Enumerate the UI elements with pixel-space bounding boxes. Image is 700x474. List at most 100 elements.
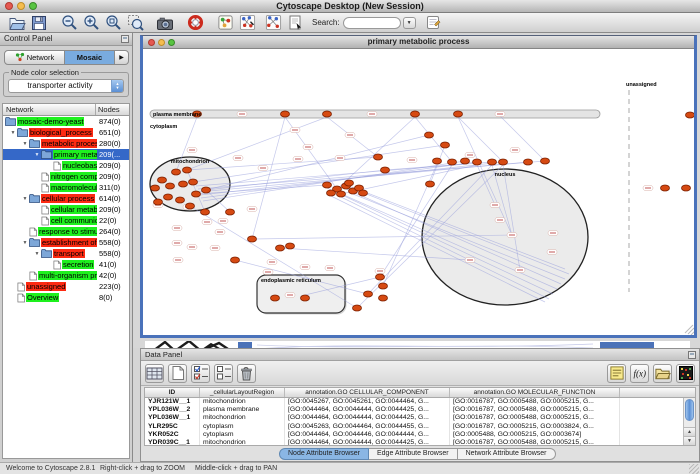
network-node[interactable] bbox=[151, 185, 160, 191]
attribute-table-icon[interactable] bbox=[145, 364, 164, 383]
zoom-selected-icon[interactable] bbox=[126, 14, 144, 32]
network-node[interactable] bbox=[231, 257, 240, 263]
tree-row-9[interactable]: cell communicat22(0) bbox=[3, 215, 129, 226]
tree-row-16[interactable]: Overview8(0) bbox=[3, 292, 129, 303]
network-node[interactable] bbox=[524, 159, 533, 165]
tree-row-6[interactable]: macromolecule311(0) bbox=[3, 182, 129, 193]
col-header-region[interactable]: _cellularLayoutRegion bbox=[200, 388, 285, 397]
table-row-4[interactable]: YKR052Ccytoplasm[GO:0044464, GO:0044446,… bbox=[145, 431, 695, 439]
tree-row-12[interactable]: ▼transport558(0) bbox=[3, 248, 129, 259]
search-input[interactable] bbox=[343, 17, 401, 29]
snapshot-icon[interactable] bbox=[156, 14, 174, 32]
annotation-icon[interactable] bbox=[286, 14, 304, 32]
network-node[interactable] bbox=[433, 158, 442, 164]
network-canvas[interactable]: plasma membranecytoplasmmitochondrionnuc… bbox=[143, 49, 694, 335]
tab-node-attribute-browser[interactable]: Node Attribute Browser bbox=[279, 448, 369, 460]
vizmapper-icon[interactable] bbox=[216, 14, 234, 32]
tree-row-3[interactable]: ▼primary metabo209(... bbox=[3, 149, 129, 160]
network-edge[interactable] bbox=[252, 117, 285, 239]
zoom-in-icon[interactable] bbox=[82, 14, 100, 32]
delete-attribute-icon[interactable] bbox=[237, 364, 256, 383]
col-header-molecular-function[interactable]: annotation.GO MOLECULAR_FUNCTION bbox=[450, 388, 620, 397]
import-attributes-icon[interactable] bbox=[653, 364, 672, 383]
tab-network-attribute-browser[interactable]: Network Attribute Browser bbox=[458, 448, 556, 460]
table-row-1[interactable]: YPL036W__2plasma membrane[GO:0044464, GO… bbox=[145, 406, 695, 414]
table-row-3[interactable]: YLR295Ccytoplasm[GO:0045263, GO:0044464,… bbox=[145, 423, 695, 431]
network-node[interactable] bbox=[359, 190, 368, 196]
resize-grip[interactable] bbox=[689, 464, 699, 474]
tree-row-4[interactable]: nucleobase-209(0) bbox=[3, 160, 129, 171]
expander-icon[interactable]: ▼ bbox=[21, 141, 29, 147]
network-node[interactable] bbox=[323, 111, 332, 117]
tree-row-1[interactable]: ▼biological_process651(0) bbox=[3, 127, 129, 138]
network-node[interactable] bbox=[454, 111, 463, 117]
tree-header-nodes[interactable]: Nodes bbox=[95, 104, 129, 115]
network-node[interactable] bbox=[201, 209, 210, 215]
tree-row-10[interactable]: response to stimulu264(0) bbox=[3, 226, 129, 237]
table-row-0[interactable]: YJR121W__1mitochondrion[GO:0045267, GO:0… bbox=[145, 398, 695, 406]
float-panel-icon[interactable] bbox=[121, 35, 129, 43]
node-color-dropdown[interactable]: transporter activity ▲▼ bbox=[8, 79, 124, 93]
unselect-attributes-icon[interactable] bbox=[214, 364, 233, 383]
network-node[interactable] bbox=[353, 305, 362, 311]
network-node[interactable] bbox=[186, 203, 195, 209]
network-node[interactable] bbox=[448, 159, 457, 165]
network-edge[interactable] bbox=[193, 145, 445, 182]
save-session-icon[interactable] bbox=[30, 14, 48, 32]
network-node[interactable] bbox=[301, 295, 310, 301]
network-node[interactable] bbox=[376, 274, 385, 280]
network-node[interactable] bbox=[541, 158, 550, 164]
network-edge[interactable] bbox=[206, 135, 429, 190]
network-node[interactable] bbox=[172, 169, 181, 175]
table-scrollbar[interactable]: ▲ ▼ bbox=[683, 398, 695, 445]
view-minimize-button[interactable] bbox=[158, 39, 165, 46]
network-edge[interactable] bbox=[458, 117, 503, 162]
view-close-button[interactable] bbox=[148, 39, 155, 46]
tree-row-11[interactable]: ▼establishment of lo558(0) bbox=[3, 237, 129, 248]
tab-network[interactable]: Network bbox=[4, 50, 65, 65]
apply-layout-icon[interactable] bbox=[238, 14, 256, 32]
table-row-2[interactable]: YPL036W__1mitochondrion[GO:0044464, GO:0… bbox=[145, 414, 695, 422]
expander-icon[interactable]: ▼ bbox=[9, 130, 17, 136]
expander-icon[interactable]: ▼ bbox=[33, 152, 41, 158]
network-node[interactable] bbox=[686, 112, 695, 118]
network-node[interactable] bbox=[488, 159, 497, 165]
float-data-panel-icon[interactable] bbox=[688, 351, 696, 359]
network-node[interactable] bbox=[682, 185, 691, 191]
tree-row-5[interactable]: nitrogen compo209(0) bbox=[3, 171, 129, 182]
network-node[interactable] bbox=[661, 185, 670, 191]
network-node[interactable] bbox=[281, 111, 290, 117]
matrix-view-icon[interactable] bbox=[676, 364, 695, 383]
tree-header-network[interactable]: Network bbox=[3, 104, 95, 115]
network-node[interactable] bbox=[327, 190, 336, 196]
tab-mosaic[interactable]: Mosaic bbox=[65, 50, 115, 65]
scroll-up-icon[interactable]: ▲ bbox=[684, 427, 695, 436]
tree-row-7[interactable]: ▼cellular process614(0) bbox=[3, 193, 129, 204]
network-node[interactable] bbox=[183, 167, 192, 173]
network-node[interactable] bbox=[425, 132, 434, 138]
tab-edge-attribute-browser[interactable]: Edge Attribute Browser bbox=[369, 448, 458, 460]
apply-spring-layout-icon[interactable] bbox=[264, 14, 282, 32]
network-node[interactable] bbox=[337, 191, 346, 197]
network-node[interactable] bbox=[426, 181, 435, 187]
network-node[interactable] bbox=[379, 295, 388, 301]
network-node[interactable] bbox=[381, 167, 390, 173]
network-node[interactable] bbox=[164, 194, 173, 200]
network-node[interactable] bbox=[158, 177, 167, 183]
tree-row-2[interactable]: ▼metabolic process280(0) bbox=[3, 138, 129, 149]
table-row-5[interactable]: YDR039C__1mitochondrion[GO:0044464, GO:0… bbox=[145, 439, 695, 446]
network-edge[interactable] bbox=[415, 117, 452, 162]
advanced-search-icon[interactable] bbox=[424, 14, 442, 32]
tree-row-15[interactable]: unassigned223(0) bbox=[3, 281, 129, 292]
network-node[interactable] bbox=[276, 245, 285, 251]
search-dropdown-icon[interactable]: ▼ bbox=[403, 17, 416, 29]
network-node[interactable] bbox=[364, 291, 373, 297]
network-node[interactable] bbox=[499, 159, 508, 165]
network-node[interactable] bbox=[286, 243, 295, 249]
network-node[interactable] bbox=[179, 181, 188, 187]
tab-overflow-arrow[interactable]: ▶ bbox=[115, 50, 129, 65]
network-node[interactable] bbox=[189, 179, 198, 185]
network-node[interactable] bbox=[345, 180, 354, 186]
tree-row-0[interactable]: mosaic-demo-yeast874(0) bbox=[3, 116, 129, 127]
network-node[interactable] bbox=[176, 197, 185, 203]
